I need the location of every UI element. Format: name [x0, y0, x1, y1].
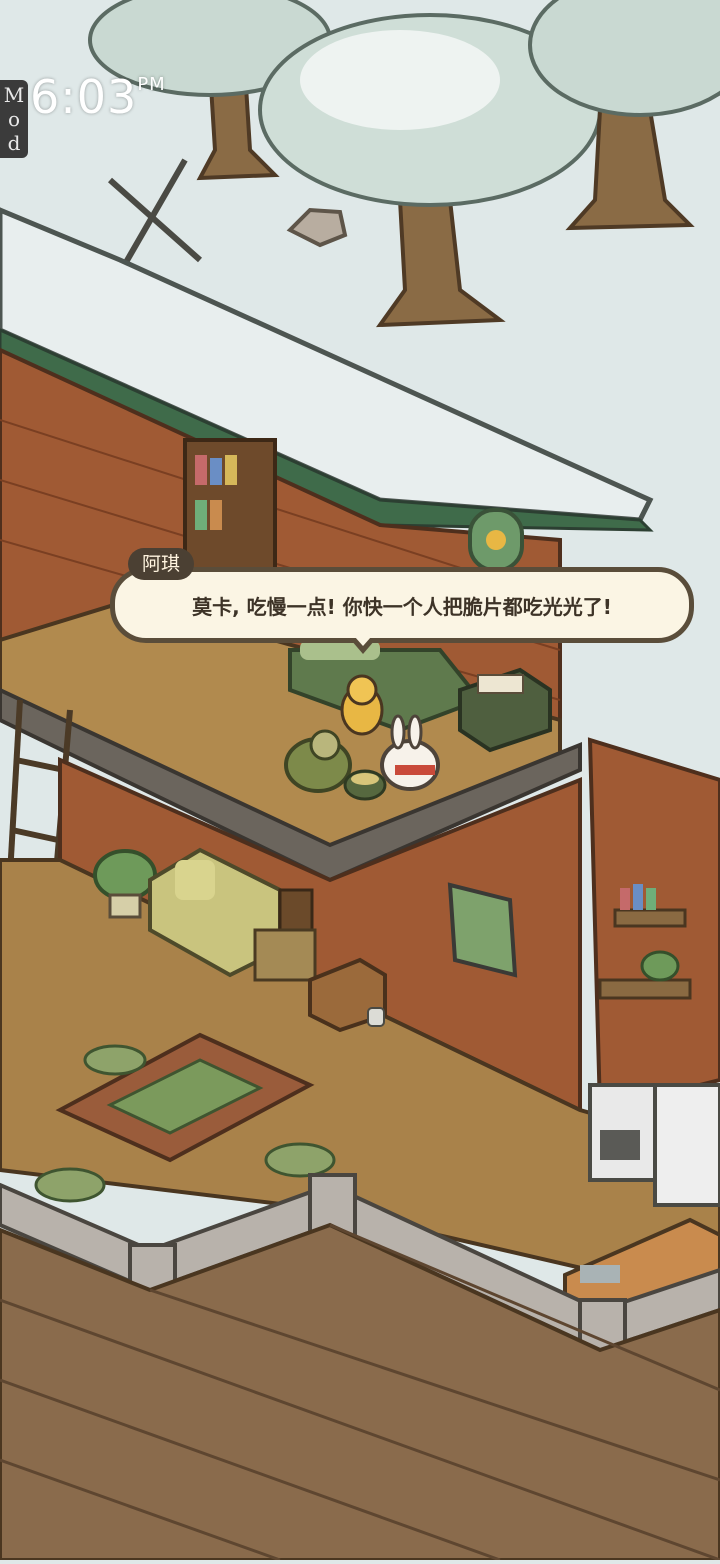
small-cabinet	[253, 928, 317, 982]
clock-time: 6:03	[30, 70, 138, 124]
mod-badge[interactable]: M o d	[0, 80, 28, 158]
dialog-text: 莫卡, 吃慢一点! 你快一个人把脆片都吃光光了!	[192, 594, 612, 619]
lantern-icon	[278, 888, 314, 932]
speech-bubble[interactable]: 莫卡, 吃慢一点! 你快一个人把脆片都吃光光了!	[110, 567, 694, 654]
bookshelf	[183, 438, 277, 572]
mod-badge-letter: M	[3, 83, 25, 107]
clock-ampm: PM	[137, 74, 166, 95]
mod-badge-letter: o	[7, 107, 21, 131]
speaker-name-tag: 阿琪	[128, 548, 195, 580]
game-scene[interactable]	[0, 0, 720, 1562]
mod-badge-letter: d	[7, 131, 21, 155]
speech-tail-inner	[355, 637, 371, 646]
stove[interactable]	[588, 1083, 662, 1182]
snack-bowl-icon[interactable]	[343, 769, 387, 801]
window-with-giraffe	[468, 508, 524, 572]
fridge[interactable]	[653, 1083, 720, 1207]
character-giraffe[interactable]	[340, 674, 384, 736]
game-clock: 6:03PM	[30, 70, 166, 124]
wall-painting	[447, 882, 518, 978]
